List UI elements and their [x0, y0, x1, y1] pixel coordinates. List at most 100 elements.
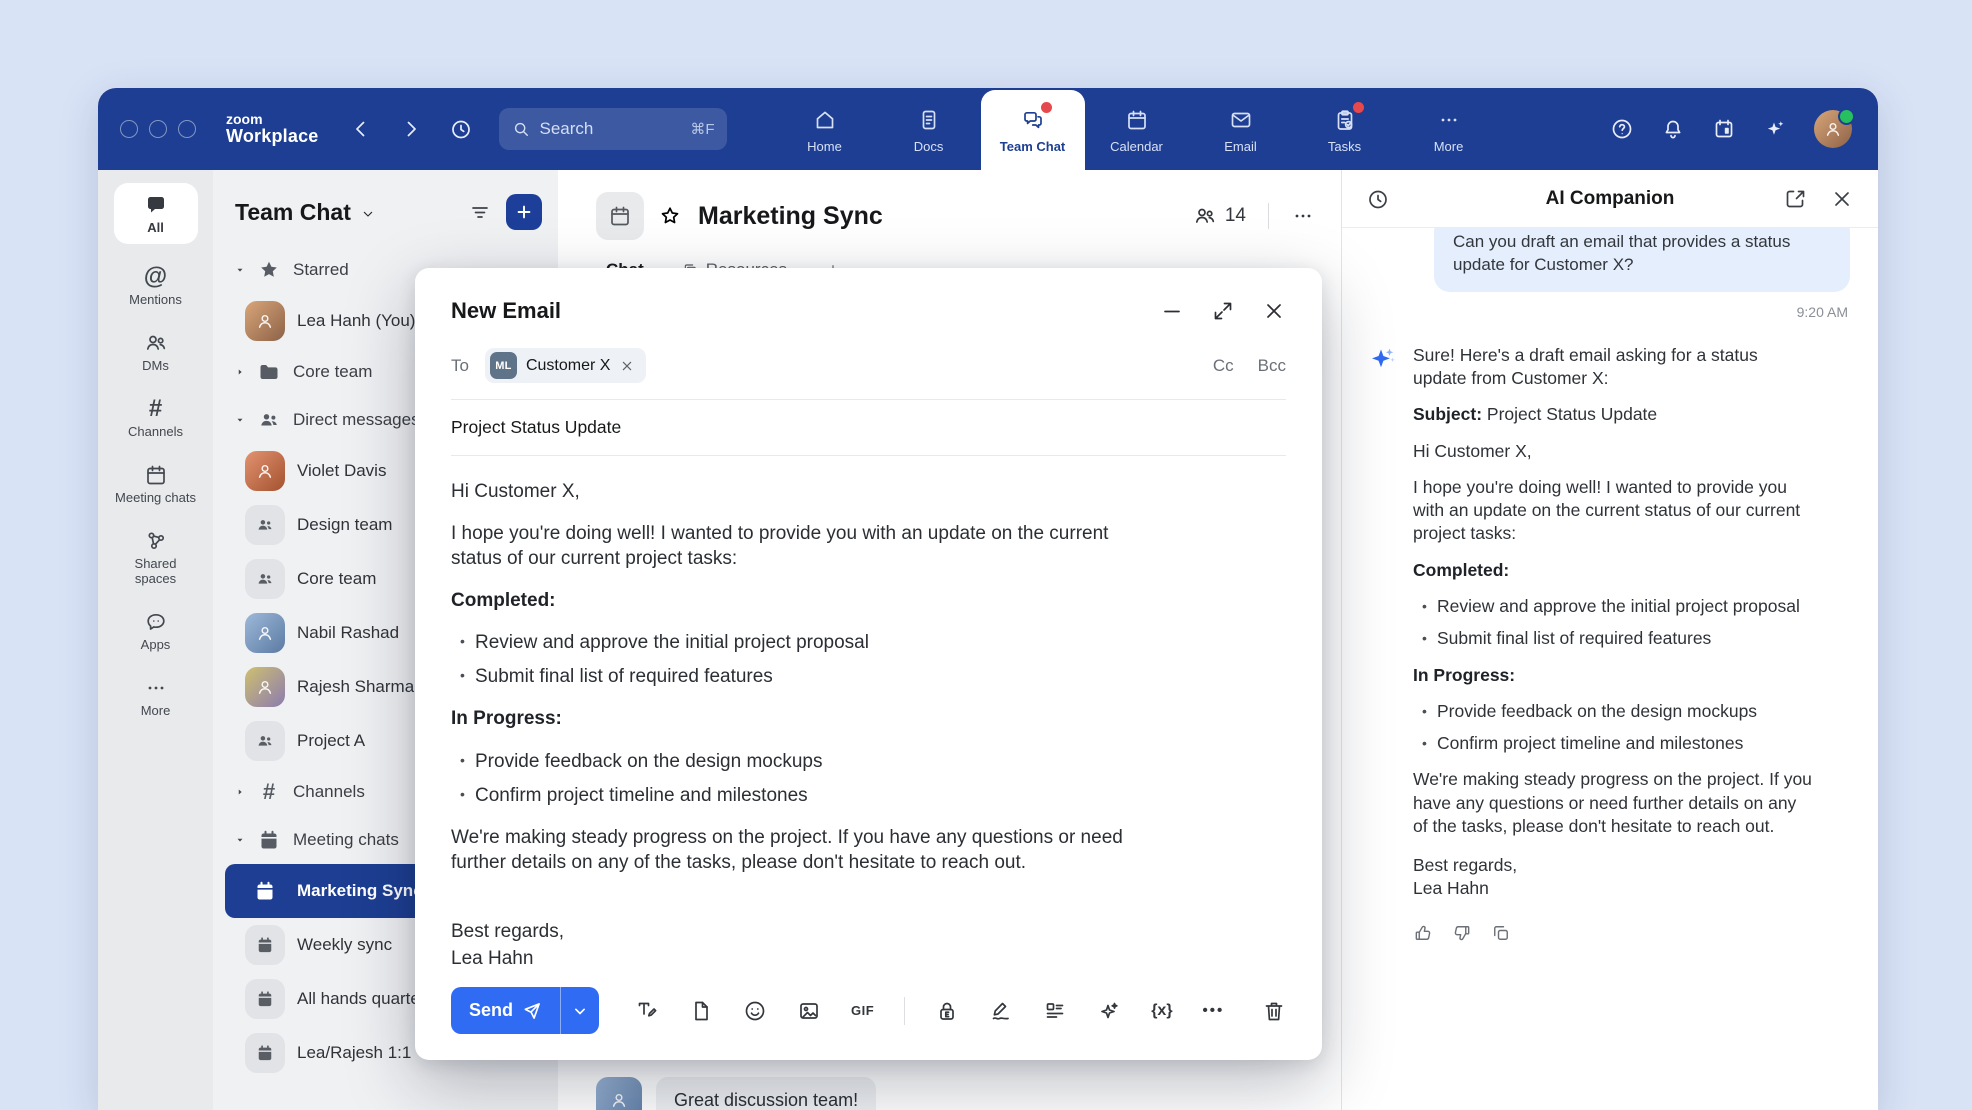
history-icon: [449, 117, 473, 141]
tab-calendar[interactable]: Calendar: [1085, 90, 1189, 170]
members-button[interactable]: 14: [1193, 204, 1246, 228]
ai-response: Sure! Here's a draft email asking for a …: [1368, 342, 1852, 943]
rail-item-apps[interactable]: Apps: [114, 610, 198, 653]
window-minimize-button[interactable]: [149, 120, 167, 138]
ai-conversation[interactable]: Can you draft an email that provides a s…: [1342, 228, 1878, 1110]
avatar: [1814, 110, 1852, 148]
email-intro: I hope you're doing well! I wanted to pr…: [451, 521, 1131, 571]
compose-new-button[interactable]: [506, 194, 542, 230]
help-icon: [1610, 117, 1634, 141]
minimize-icon: [1160, 299, 1184, 323]
recipient-row[interactable]: To ML Customer X Cc Bcc: [415, 342, 1322, 399]
ai-close-button[interactable]: [1830, 187, 1854, 211]
email-body-editor[interactable]: Hi Customer X, I hope you're doing well!…: [415, 456, 1322, 987]
attach-file-button[interactable]: [689, 999, 713, 1023]
subject-field[interactable]: Project Status Update: [415, 400, 1322, 455]
plus-icon: [514, 202, 534, 222]
ellipsis-icon: [1291, 204, 1315, 228]
ai-sparkle-icon: [1763, 117, 1787, 141]
ai-signature: Lea Hahn: [1413, 877, 1813, 900]
caret-down-icon: [235, 832, 245, 848]
rail-item-more[interactable]: More: [114, 676, 198, 719]
channel-more-button[interactable]: [1291, 204, 1315, 228]
main-nav-tabs: Home Docs Team Chat Calendar Email: [773, 88, 1501, 170]
recipient-avatar: ML: [490, 352, 517, 379]
ai-completed-list: Review and approve the initial project p…: [1413, 595, 1813, 651]
copy-button[interactable]: [1491, 923, 1511, 943]
tab-tasks[interactable]: Tasks: [1293, 90, 1397, 170]
group-icon: [255, 515, 275, 535]
thumbs-up-button[interactable]: [1413, 923, 1433, 943]
rail-item-mentions[interactable]: @ Mentions: [114, 265, 198, 308]
notifications-button[interactable]: [1661, 117, 1685, 141]
tab-team-chat[interactable]: Team Chat: [981, 90, 1085, 170]
minimize-button[interactable]: [1160, 299, 1184, 323]
template-button[interactable]: [1043, 999, 1067, 1023]
team-chat-badge: [1041, 102, 1052, 113]
filter-button[interactable]: [468, 200, 492, 224]
variables-button[interactable]: {x}: [1151, 1002, 1172, 1020]
close-button[interactable]: [1262, 299, 1286, 323]
avatar[interactable]: [596, 1077, 642, 1110]
encrypt-button[interactable]: [935, 999, 959, 1023]
recipient-chip[interactable]: ML Customer X: [485, 348, 646, 383]
back-button[interactable]: [349, 117, 373, 141]
email-closing: We're making steady progress on the proj…: [451, 825, 1131, 875]
history-button[interactable]: [449, 117, 473, 141]
rail-item-shared-spaces[interactable]: Shared spaces: [114, 529, 198, 587]
email-icon: [1229, 108, 1253, 132]
insert-image-button[interactable]: [797, 999, 821, 1023]
window-close-button[interactable]: [120, 120, 138, 138]
ai-popout-button[interactable]: [1784, 187, 1808, 211]
tab-email[interactable]: Email: [1189, 90, 1293, 170]
emoji-icon: [743, 999, 767, 1023]
remove-recipient-button[interactable]: [619, 358, 635, 374]
list-item: Confirm project timeline and milestones: [451, 783, 1131, 808]
gif-button[interactable]: GIF: [851, 1003, 874, 1018]
signature-button[interactable]: [989, 999, 1013, 1023]
ai-compose-button[interactable]: [1097, 999, 1121, 1023]
window-controls[interactable]: [120, 120, 196, 138]
star-channel-button[interactable]: [658, 204, 682, 228]
ai-completed-label: Completed:: [1413, 559, 1813, 582]
bcc-button[interactable]: Bcc: [1258, 356, 1286, 376]
email-inprogress-label: In Progress:: [451, 706, 1131, 731]
people-filled-icon: [257, 408, 281, 432]
caret-down-icon: [235, 412, 245, 428]
ai-intro: Sure! Here's a draft email asking for a …: [1413, 344, 1813, 391]
tab-home[interactable]: Home: [773, 90, 877, 170]
thumbs-down-button[interactable]: [1452, 923, 1472, 943]
rail-item-all[interactable]: All: [114, 183, 198, 244]
star-filled-icon: [257, 258, 281, 282]
rail-item-channels[interactable]: # Channels: [114, 397, 198, 440]
window-zoom-button[interactable]: [178, 120, 196, 138]
chevron-left-icon: [349, 117, 373, 141]
help-button[interactable]: [1610, 117, 1634, 141]
cc-button[interactable]: Cc: [1213, 356, 1234, 376]
list-item: Confirm project timeline and milestones: [1413, 732, 1813, 755]
rail-item-dms[interactable]: DMs: [114, 331, 198, 374]
search-input[interactable]: Search ⌘F: [499, 108, 727, 150]
person-icon: [255, 311, 275, 331]
discard-draft-button[interactable]: [1262, 999, 1286, 1023]
tab-more[interactable]: More: [1397, 90, 1501, 170]
send-button[interactable]: Send: [451, 987, 561, 1034]
thumbs-down-icon: [1452, 923, 1472, 943]
chevron-down-icon[interactable]: [360, 206, 376, 222]
rail-item-meeting-chats[interactable]: Meeting chats: [114, 463, 198, 506]
tab-docs[interactable]: Docs: [877, 90, 981, 170]
profile-avatar[interactable]: [1814, 110, 1852, 148]
calendar-quick-button[interactable]: [1712, 117, 1736, 141]
ai-companion-button[interactable]: [1763, 117, 1787, 141]
email-greeting: Hi Customer X,: [451, 479, 1131, 504]
emoji-button[interactable]: [743, 999, 767, 1023]
email-completed-list: Review and approve the initial project p…: [451, 630, 1131, 689]
send-options-button[interactable]: [561, 987, 599, 1034]
bell-icon: [1661, 117, 1685, 141]
forward-button[interactable]: [399, 117, 423, 141]
image-icon: [797, 999, 821, 1023]
toolbar-more-button[interactable]: •••: [1203, 1002, 1225, 1019]
text-format-button[interactable]: [635, 999, 659, 1023]
expand-button[interactable]: [1211, 299, 1235, 323]
group-icon: [255, 569, 275, 589]
